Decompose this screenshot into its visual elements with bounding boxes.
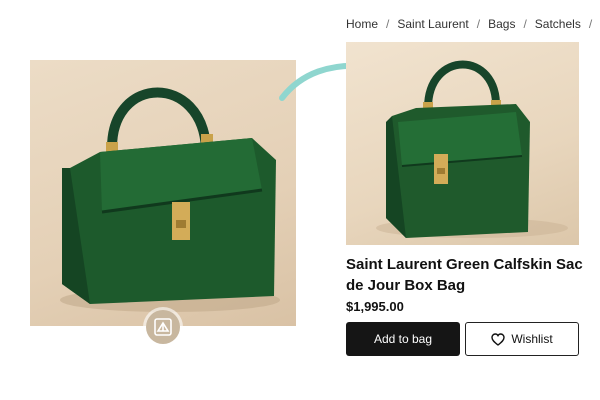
- breadcrumb-separator: /: [386, 17, 390, 31]
- wishlist-button[interactable]: Wishlist: [465, 322, 579, 356]
- add-to-bag-button[interactable]: Add to bag: [346, 322, 460, 356]
- breadcrumb-home[interactable]: Home: [346, 17, 378, 31]
- breadcrumb-separator: /: [476, 17, 481, 31]
- breadcrumb-satchels[interactable]: Satchels: [535, 17, 581, 31]
- breadcrumb-brand[interactable]: Saint Laurent: [397, 17, 468, 31]
- green-handbag-photo: [60, 87, 280, 312]
- query-image: [30, 60, 296, 326]
- green-handbag-product-photo: [376, 60, 568, 238]
- wishlist-label: Wishlist: [511, 332, 553, 346]
- product-title: Saint Laurent Green Calfskin Sac de Jour…: [346, 256, 583, 294]
- breadcrumb-bags[interactable]: Bags: [488, 17, 515, 31]
- add-to-bag-label: Add to bag: [373, 332, 433, 346]
- visual-search-icon: [154, 318, 172, 336]
- heart-icon: [491, 332, 506, 346]
- product-image[interactable]: [346, 42, 579, 245]
- breadcrumb: Home / Saint Laurent / Bags / Satchels /: [346, 17, 600, 31]
- product-price: $1,995.00: [346, 299, 404, 314]
- breadcrumb-separator: /: [588, 17, 593, 31]
- breadcrumb-separator: /: [523, 17, 527, 31]
- visual-search-button[interactable]: [146, 310, 180, 344]
